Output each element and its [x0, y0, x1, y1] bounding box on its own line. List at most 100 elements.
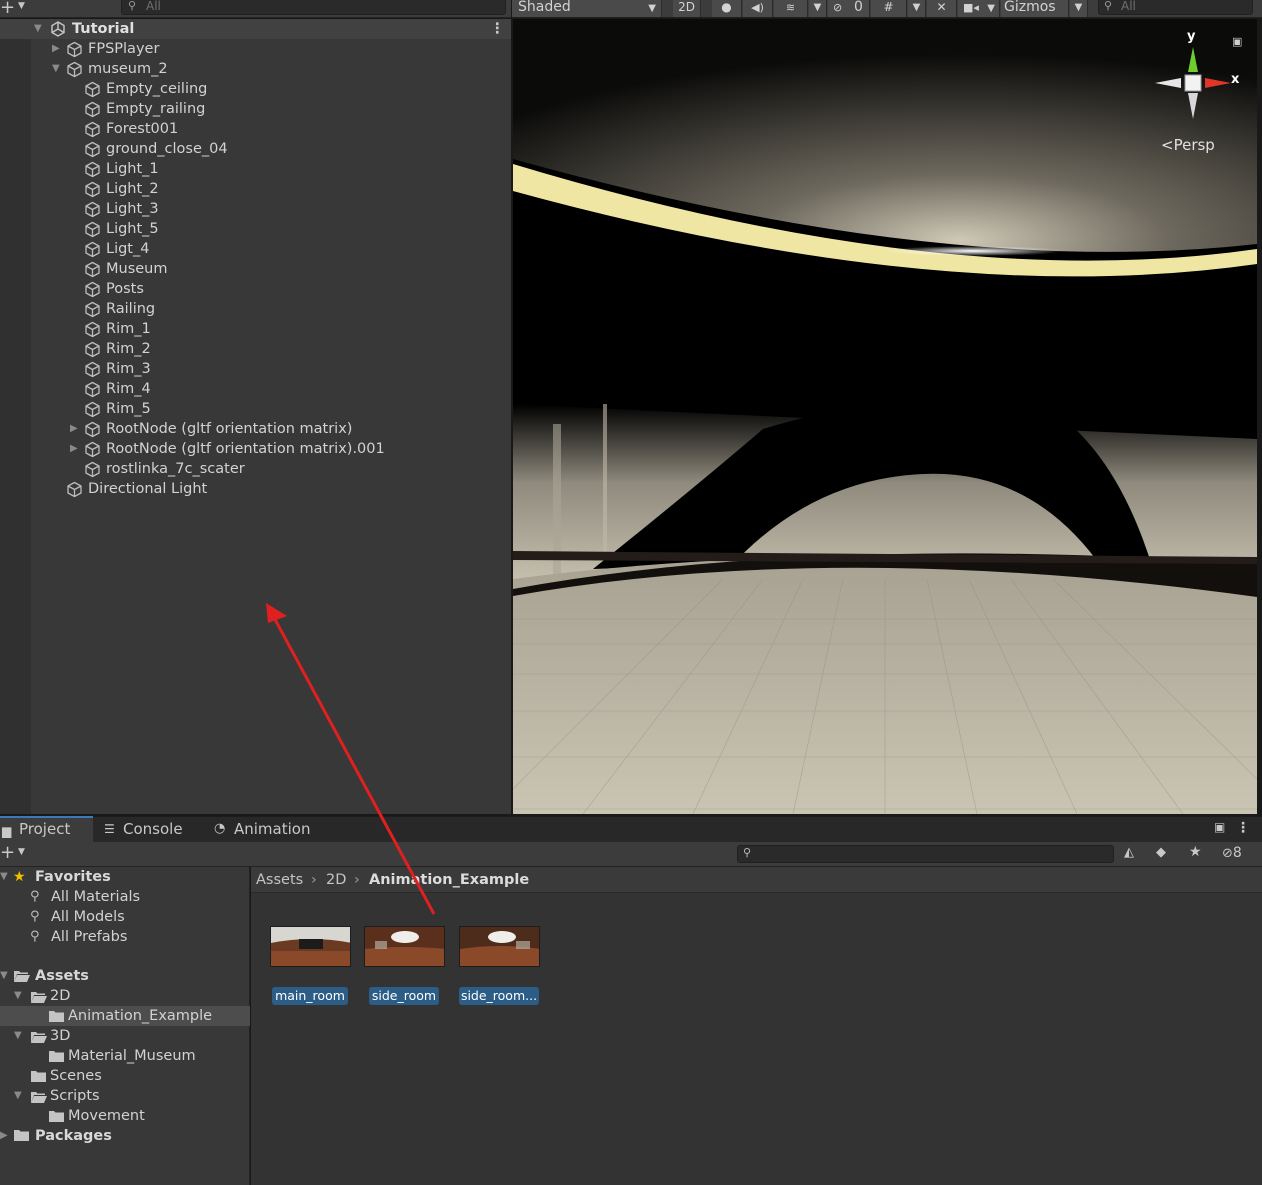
create-add-icon[interactable]: +: [0, 842, 15, 863]
shading-mode-dropdown[interactable]: Shaded ▼: [512, 0, 662, 17]
favorites-item[interactable]: ⚲ All Prefabs: [0, 927, 250, 947]
hierarchy-search-input[interactable]: ⚲ All: [121, 0, 506, 15]
gizmos-button[interactable]: Gizmos: [1001, 0, 1069, 17]
hierarchy-item[interactable]: Railing: [0, 299, 511, 319]
tab-console[interactable]: ☰ Console: [104, 816, 199, 842]
hierarchy-item[interactable]: ▶ RootNode (gltf orientation matrix): [0, 419, 511, 439]
favorites-item[interactable]: ⚲ All Materials: [0, 887, 250, 907]
lock-icon[interactable]: ▣: [1232, 35, 1242, 48]
panel-menu-icon[interactable]: ⋮: [1236, 820, 1250, 836]
create-add-icon[interactable]: +: [0, 0, 15, 18]
breadcrumb-assets[interactable]: Assets: [256, 867, 303, 893]
favorites-label[interactable]: Favorites: [35, 867, 111, 887]
project-folder-item[interactable]: Animation_Example: [0, 1006, 250, 1026]
hierarchy-item[interactable]: Light_3: [0, 199, 511, 219]
tab-animation[interactable]: ◔ Animation: [214, 816, 324, 842]
orientation-gizmo[interactable]: y x: [1153, 29, 1239, 122]
hierarchy-item[interactable]: Light_5: [0, 219, 511, 239]
fold-expanded-icon[interactable]: ▼: [14, 1086, 22, 1106]
hierarchy-item[interactable]: rostlinka_7c_scater: [0, 459, 511, 479]
project-folder-item[interactable]: Scenes: [0, 1066, 250, 1086]
fold-collapsed-icon[interactable]: ▶: [70, 439, 78, 459]
projection-toggle[interactable]: <Persp: [1161, 136, 1215, 154]
fold-collapsed-icon[interactable]: ▶: [70, 419, 78, 439]
hierarchy-item[interactable]: Directional Light: [0, 479, 511, 499]
create-dropdown-icon[interactable]: ▼: [18, 847, 25, 857]
fold-expanded-icon[interactable]: ▼: [14, 986, 22, 1006]
fold-expanded-icon[interactable]: ▼: [14, 1026, 22, 1046]
hierarchy-item-label: Rim_2: [106, 341, 151, 357]
scene-search-input[interactable]: ⚲ All: [1098, 0, 1253, 15]
asset-thumbnail-side-room-2[interactable]: [459, 926, 540, 967]
asset-label-side-room[interactable]: side_room: [369, 987, 439, 1005]
hierarchy-item[interactable]: Forest001: [0, 119, 511, 139]
hidden-packages-icon[interactable]: ⊘8: [1222, 845, 1242, 861]
grid-toggle-button[interactable]: #: [871, 0, 907, 17]
hierarchy-item[interactable]: Rim_4: [0, 379, 511, 399]
audio-toggle-button[interactable]: ◀): [743, 0, 773, 17]
gizmos-label: Gizmos: [1004, 0, 1056, 15]
filter-by-type-icon[interactable]: ◭: [1124, 845, 1134, 860]
tools-button[interactable]: ✕: [927, 0, 957, 17]
hierarchy-item[interactable]: ▶ FPSPlayer: [0, 39, 511, 59]
grid-dropdown-button[interactable]: ▼: [908, 0, 926, 17]
scene-viewport[interactable]: y x ▣ <Persp: [513, 19, 1257, 814]
project-folder-item[interactable]: Movement: [0, 1106, 250, 1126]
asset-label-main-room[interactable]: main_room: [272, 987, 348, 1005]
hierarchy-search-placeholder: All: [146, 0, 161, 13]
tab-project[interactable]: ▆ Project: [0, 816, 93, 842]
project-folder-item[interactable]: ▼ 3D: [0, 1026, 250, 1046]
hierarchy-item[interactable]: Rim_5: [0, 399, 511, 419]
lightbulb-icon: ●: [721, 0, 732, 14]
hierarchy-item[interactable]: Rim_3: [0, 359, 511, 379]
scene-visibility-button[interactable]: ⊘ 0: [828, 0, 870, 17]
hierarchy-item[interactable]: ground_close_04: [0, 139, 511, 159]
asset-label-side-room-2[interactable]: side_room...: [459, 987, 539, 1005]
fold-expanded-icon[interactable]: ▼: [52, 59, 60, 79]
asset-thumbnail-side-room[interactable]: [364, 926, 445, 967]
scene-menu-icon[interactable]: ⋮: [490, 19, 505, 39]
gameobject-cube-icon: [84, 181, 101, 198]
breadcrumb-2d[interactable]: 2D: [326, 867, 346, 893]
hierarchy-item[interactable]: ▼ museum_2: [0, 59, 511, 79]
chevron-down-icon: ▼: [813, 2, 822, 13]
packages-fold-icon[interactable]: ▶: [0, 1126, 8, 1146]
hierarchy-item[interactable]: ▶ RootNode (gltf orientation matrix).001: [0, 439, 511, 459]
effects-dropdown-button[interactable]: ▼: [809, 0, 827, 17]
toggle-2d-button[interactable]: 2D: [673, 0, 701, 17]
tools-icon: ✕: [936, 0, 947, 14]
breadcrumb-animation-example[interactable]: Animation_Example: [369, 867, 529, 893]
hierarchy-item[interactable]: Light_2: [0, 179, 511, 199]
hierarchy-item[interactable]: Rim_1: [0, 319, 511, 339]
hierarchy-item[interactable]: Posts: [0, 279, 511, 299]
gizmos-dropdown-button[interactable]: ▼: [1070, 0, 1088, 17]
asset-thumbnail-main-room[interactable]: [270, 926, 351, 967]
favorites-item[interactable]: ⚲ All Models: [0, 907, 250, 927]
effects-toggle-button[interactable]: ≋: [774, 0, 808, 17]
scene-fold-icon[interactable]: ▼: [34, 19, 42, 39]
filter-by-label-icon[interactable]: ◆: [1156, 845, 1166, 860]
hierarchy-item[interactable]: Ligt_4: [0, 239, 511, 259]
packages-label[interactable]: Packages: [35, 1126, 112, 1146]
lighting-toggle-button[interactable]: ●: [712, 0, 742, 17]
project-assets-grid[interactable]: [251, 867, 1262, 1185]
assets-fold-icon[interactable]: ▼: [0, 966, 8, 986]
project-folder-item[interactable]: ▼ 2D: [0, 986, 250, 1006]
project-folder-item[interactable]: Material_Museum: [0, 1046, 250, 1066]
fold-collapsed-icon[interactable]: ▶: [52, 39, 60, 59]
hierarchy-item[interactable]: Rim_2: [0, 339, 511, 359]
scene-header-row[interactable]: ▼ Tutorial ⋮: [0, 19, 511, 39]
hierarchy-item[interactable]: Museum: [0, 259, 511, 279]
favorites-fold-icon[interactable]: ▼: [0, 867, 8, 887]
hierarchy-item[interactable]: Empty_ceiling: [0, 79, 511, 99]
axis-y-label: y: [1187, 29, 1196, 44]
project-folder-item[interactable]: ▼ Scripts: [0, 1086, 250, 1106]
hierarchy-item[interactable]: Empty_railing: [0, 99, 511, 119]
camera-button[interactable]: ■◂ ▼: [958, 0, 1000, 17]
assets-root-label[interactable]: Assets: [35, 966, 89, 986]
lock-icon[interactable]: ▣: [1214, 820, 1225, 834]
favorite-star-icon[interactable]: ★: [1189, 844, 1202, 860]
create-dropdown-icon[interactable]: ▼: [18, 1, 25, 11]
project-search-input[interactable]: ⚲: [737, 845, 1114, 863]
hierarchy-item[interactable]: Light_1: [0, 159, 511, 179]
